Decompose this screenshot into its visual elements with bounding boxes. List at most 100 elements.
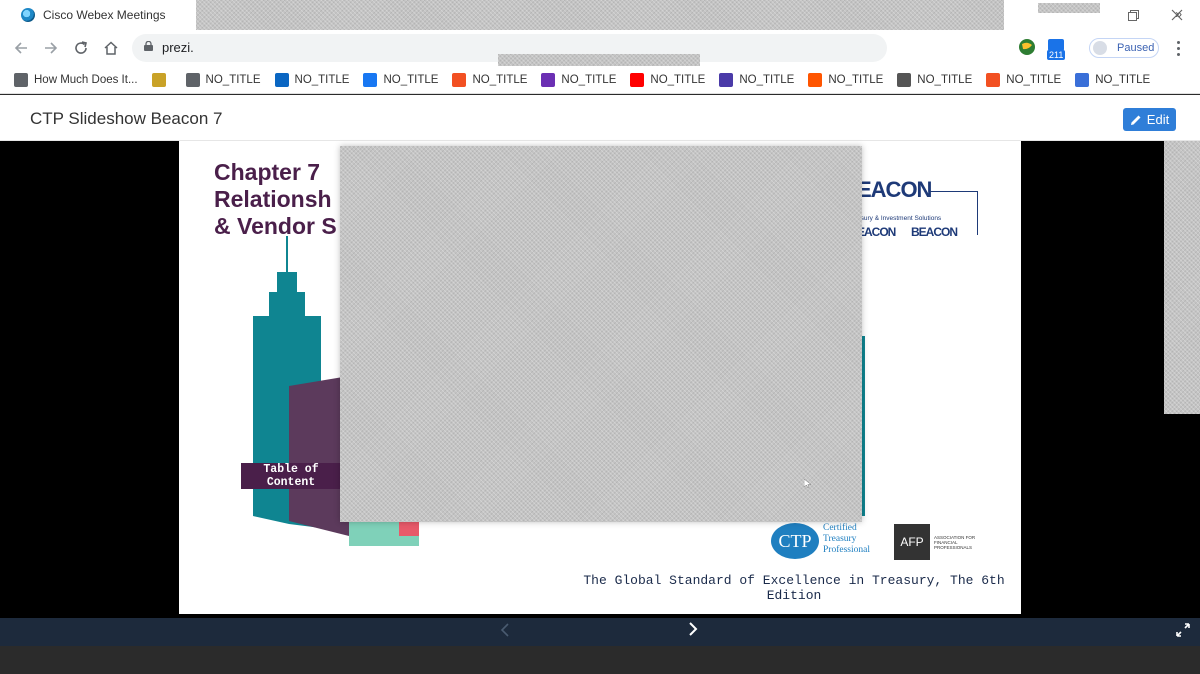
ctp-mark: CTP (771, 523, 819, 559)
bookmarks-bar: How Much Does It... NO_TITLE NO_TITLE NO_TI… (0, 66, 1200, 94)
globe-icon (14, 72, 28, 87)
forward-button[interactable] (36, 33, 66, 63)
logo-text: EACON (857, 177, 932, 202)
lock-icon (144, 41, 153, 51)
mail-check-icon (1075, 72, 1090, 87)
bookmark-item[interactable]: NO_TITLE (274, 72, 350, 87)
page-title: CTP Slideshow Beacon 7 (30, 109, 223, 128)
bookmark-item[interactable]: NO_TITLE (452, 72, 528, 87)
redacted-region (340, 146, 862, 522)
bookmark-label: NO_TITLE (917, 73, 973, 86)
world-icon (719, 72, 734, 87)
notification-extension-button[interactable]: 211 (1046, 38, 1066, 60)
beacon-logo: EACON asury & Investment Solutions EACON… (857, 177, 979, 243)
pencil-icon (1130, 115, 1141, 125)
bookmark-item[interactable]: NO_TITLE (541, 72, 617, 87)
bookmark-item[interactable]: NO_TITLE (986, 72, 1062, 87)
back-arrow-icon (14, 42, 27, 54)
youtube-icon (630, 72, 645, 87)
bookmark-label: NO_TITLE (294, 73, 350, 86)
reload-icon (75, 41, 87, 54)
bookmark-label: NO_TITLE (205, 73, 261, 86)
bookmark-item[interactable]: NO_TITLE (808, 72, 884, 87)
ctp-badge: CTP Certified Treasury Professional (771, 521, 886, 561)
bookmark-label: NO_TITLE (472, 73, 528, 86)
bookmark-item[interactable] (151, 72, 172, 87)
logo-small-right: BEACON (911, 225, 958, 239)
fullscreen-button[interactable] (1176, 623, 1190, 640)
egypt-flag-icon (151, 72, 166, 87)
redacted-region (1164, 141, 1200, 414)
page-footer (0, 646, 1200, 674)
bookmark-label: NO_TITLE (828, 73, 884, 86)
avatar (1093, 41, 1107, 55)
facebook-icon (363, 72, 378, 87)
ctp-line: Professional (823, 545, 870, 555)
table-of-contents-button[interactable]: Table of Content (241, 463, 341, 489)
toc-line: Content (266, 476, 316, 489)
chevron-left-icon (500, 623, 509, 637)
more-bookmarks-button[interactable]: » (1175, 7, 1182, 21)
forward-arrow-icon (45, 42, 58, 54)
kebab-menu-icon (1176, 40, 1180, 56)
bookmark-item[interactable]: NO_TITLE (630, 72, 706, 87)
profile-status: Paused (1117, 42, 1155, 54)
home-button[interactable] (96, 33, 126, 63)
bookmark-item[interactable]: NO_TITLE (185, 72, 261, 87)
restore-icon (1127, 9, 1139, 21)
slide-heading: Chapter 7 Relationsh & Vendor S (214, 159, 337, 240)
fullscreen-icon (1176, 623, 1190, 637)
extension-button[interactable] (1018, 38, 1036, 56)
reload-button[interactable] (66, 33, 96, 63)
edit-label: Edit (1146, 112, 1170, 127)
afp-badge: AFP ASSOCIATION FOR FINANCIAL PROFESSION… (894, 524, 984, 560)
ctp-line: Treasury (823, 534, 857, 544)
redacted-region (1038, 3, 1100, 13)
microsoft-icon (986, 72, 1001, 87)
bookmark-item[interactable]: NO_TITLE (363, 72, 439, 87)
home-icon (104, 41, 118, 55)
heading-line: Chapter 7 (214, 159, 321, 185)
bookmark-label: NO_TITLE (739, 73, 795, 86)
previous-slide-button[interactable] (500, 623, 510, 641)
browser-menu-button[interactable] (1170, 38, 1186, 58)
microsoft-icon (452, 72, 467, 87)
restore-window-button[interactable] (1113, 0, 1153, 30)
linkedin-icon (274, 72, 289, 87)
world-extension-icon (1019, 39, 1035, 55)
bookmark-item[interactable]: NO_TITLE (1075, 72, 1151, 87)
bookmark-label: NO_TITLE (650, 73, 706, 86)
afp-mark: AFP (894, 524, 930, 560)
afp-line: PROFESSIONALS (934, 545, 973, 550)
logo-subtitle: asury & Investment Solutions (857, 215, 942, 222)
edit-button[interactable]: Edit (1123, 108, 1176, 131)
bookmark-label: How Much Does It... (34, 73, 138, 86)
profile-paused-button[interactable]: Paused (1089, 38, 1159, 58)
notification-badge: 211 (1047, 50, 1066, 60)
heading-line: Relationsh (214, 186, 332, 212)
back-button[interactable] (6, 33, 36, 63)
bookmark-item[interactable]: NO_TITLE (897, 72, 973, 87)
mouse-cursor-icon (804, 479, 812, 489)
logo-small-left: EACON (857, 225, 896, 239)
slide-tagline: The Global Standard of Excellence in Tre… (583, 573, 1005, 603)
bookmark-label: NO_TITLE (1006, 73, 1062, 86)
webex-app-icon (21, 8, 35, 22)
ctp-line: Certified (823, 523, 857, 533)
toc-line: Table of (263, 463, 319, 476)
window-title: Cisco Webex Meetings (43, 8, 166, 22)
page-header: CTP Slideshow Beacon 7 Edit (0, 95, 1200, 141)
bookmark-item[interactable]: NO_TITLE (719, 72, 795, 87)
chevron-right-icon (689, 622, 698, 636)
url-text: prezi. (162, 40, 194, 55)
presentation-nav-bar (0, 618, 1200, 646)
bookmark-label: NO_TITLE (383, 73, 439, 86)
next-slide-button[interactable] (688, 622, 698, 641)
apple-icon (897, 72, 912, 87)
bookmark-label: NO_TITLE (1095, 73, 1151, 86)
soundcloud-icon (808, 72, 823, 87)
mail-icon (541, 72, 556, 87)
bookmark-item[interactable]: How Much Does It... (14, 72, 138, 87)
globe-icon (185, 72, 200, 87)
bookmark-label: NO_TITLE (561, 73, 617, 86)
